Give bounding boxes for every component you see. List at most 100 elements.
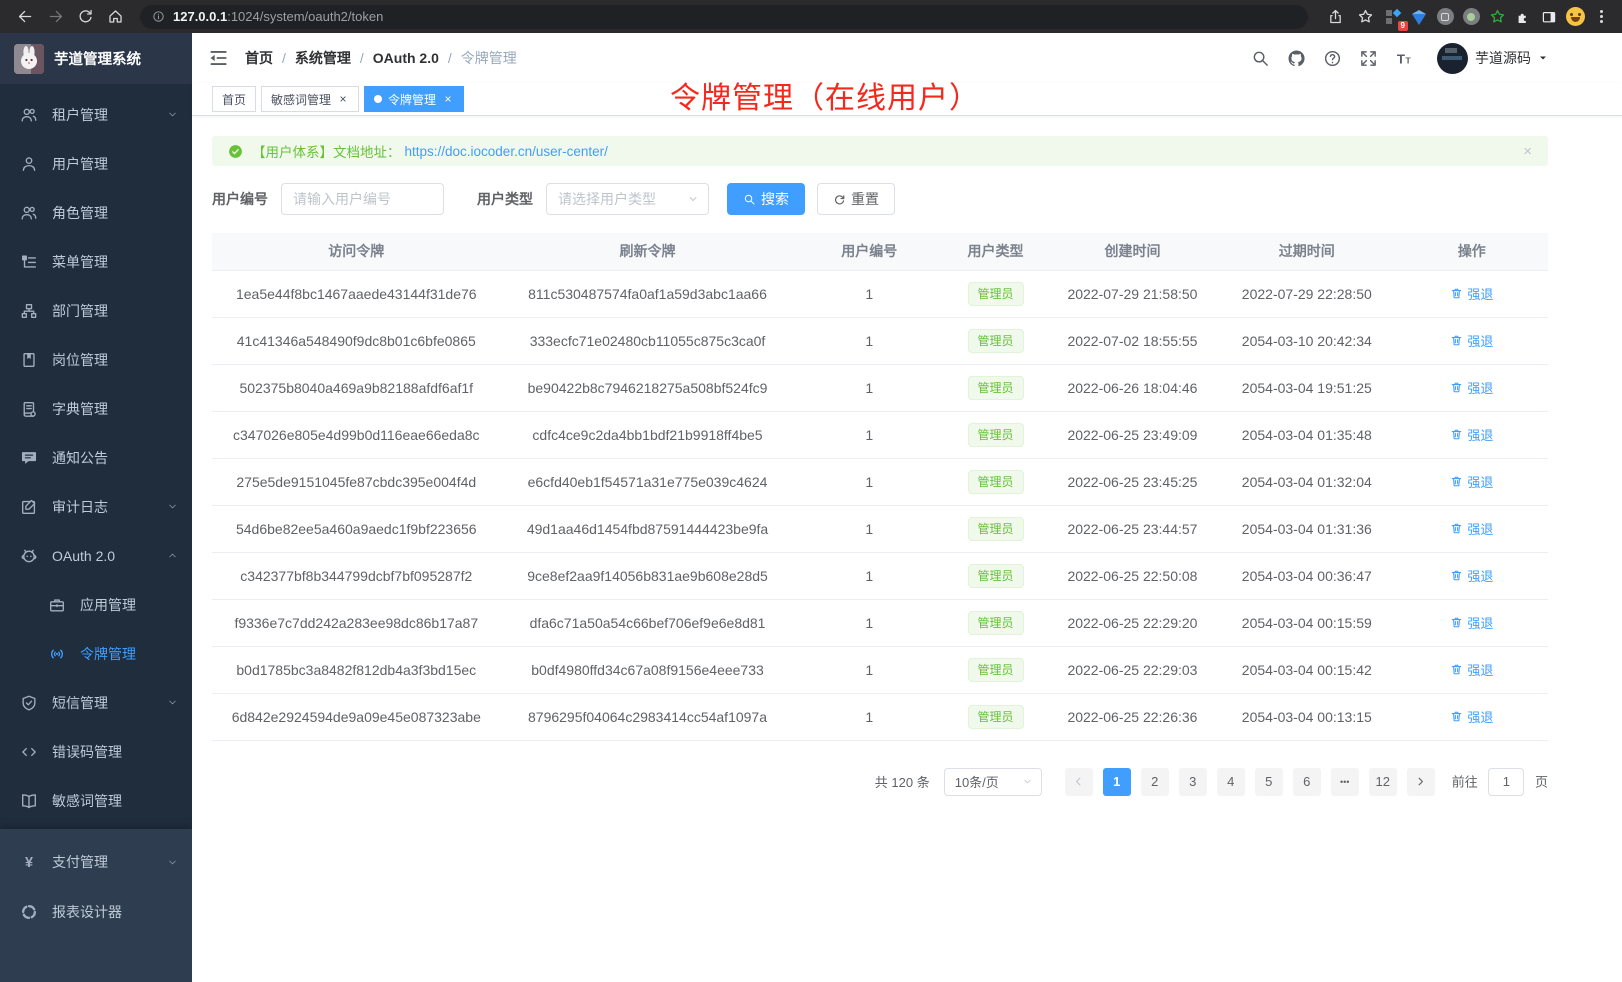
page-button-1[interactable]: 1: [1103, 768, 1131, 796]
search-button[interactable]: 搜索: [727, 183, 805, 215]
next-page-button[interactable]: [1407, 768, 1435, 796]
address-bar[interactable]: 127.0.0.1:1024/system/oauth2/token: [140, 5, 1308, 29]
user-name: 芋道源码: [1475, 48, 1531, 68]
sidebar-item-sensitive-word[interactable]: 敏感词管理: [0, 776, 192, 825]
report-pie-icon: [20, 903, 38, 921]
sidebar-item-oauth2-app[interactable]: 应用管理: [0, 580, 192, 629]
svg-text:¥: ¥: [25, 855, 33, 871]
force-logout-button[interactable]: 强退: [1450, 566, 1493, 585]
force-logout-button[interactable]: 强退: [1450, 707, 1493, 726]
extension-gem-icon[interactable]: [1408, 6, 1430, 28]
sidebar-item-audit-log[interactable]: 审计日志: [0, 482, 192, 531]
alert-close-icon[interactable]: ×: [1523, 144, 1532, 159]
page-ellipsis-button[interactable]: •••: [1331, 768, 1359, 796]
user-type-badge: 管理员: [968, 282, 1024, 306]
page-button-3[interactable]: 3: [1179, 768, 1207, 796]
user-type-cell: 管理员: [944, 317, 1047, 364]
create-time-cell: 2022-06-25 22:29:03: [1047, 646, 1218, 693]
trash-icon: [1450, 381, 1463, 394]
sidebar-item-dict[interactable]: 字典管理: [0, 384, 192, 433]
expire-time-cell: 2054-03-10 20:42:34: [1218, 317, 1396, 364]
user-type-badge: 管理员: [968, 705, 1024, 729]
sidebar-item-post[interactable]: 岗位管理: [0, 335, 192, 384]
breadcrumb-item[interactable]: 系统管理: [295, 48, 351, 68]
prev-page-button[interactable]: [1065, 768, 1093, 796]
page-button-6[interactable]: 6: [1293, 768, 1321, 796]
page-button-4[interactable]: 4: [1217, 768, 1245, 796]
refresh-token-cell: cdfc4ce9c2da4bb1bdf21b9918ff4be5: [501, 411, 795, 458]
extension-badge: 9: [1398, 21, 1408, 31]
extension-record-icon[interactable]: [1460, 6, 1482, 28]
column-header: 用户类型: [944, 233, 1047, 270]
sidebar-item-pay[interactable]: ¥ 支付管理: [0, 837, 192, 887]
side-panel-icon[interactable]: [1538, 6, 1560, 28]
table-header-row: 访问令牌刷新令牌用户编号用户类型创建时间过期时间操作: [212, 233, 1548, 270]
tag-view-tab[interactable]: 敏感词管理×: [261, 86, 359, 112]
user-id-input[interactable]: [281, 183, 444, 215]
user-type-select[interactable]: 请选择用户类型: [546, 183, 709, 215]
user-menu[interactable]: 芋道源码: [1437, 43, 1548, 74]
token-table: 访问令牌刷新令牌用户编号用户类型创建时间过期时间操作 1ea5e44f8bc14…: [212, 233, 1548, 741]
expire-time-cell: 2054-03-04 00:13:15: [1218, 693, 1396, 740]
breadcrumb-item[interactable]: 首页: [245, 48, 273, 68]
reset-button[interactable]: 重置: [817, 183, 895, 215]
share-icon[interactable]: [1322, 4, 1348, 30]
sidebar-item-tenant[interactable]: 租户管理: [0, 90, 192, 139]
page-button-2[interactable]: 2: [1141, 768, 1169, 796]
force-logout-button[interactable]: 强退: [1450, 425, 1493, 444]
table-row: c342377bf8b344799dcbf7bf095287f2 9ce8ef2…: [212, 552, 1548, 599]
force-logout-button[interactable]: 强退: [1450, 378, 1493, 397]
dict-icon: [20, 400, 38, 418]
force-logout-button[interactable]: 强退: [1450, 660, 1493, 679]
forward-icon[interactable]: [42, 4, 68, 30]
alert-doc-link[interactable]: https://doc.iocoder.cn/user-center/: [405, 144, 608, 159]
site-info-icon[interactable]: [152, 10, 165, 23]
bookmark-star-icon[interactable]: [1352, 4, 1378, 30]
trash-icon: [1450, 522, 1463, 535]
tag-view-tab[interactable]: 令牌管理×: [364, 86, 464, 112]
github-icon[interactable]: [1287, 49, 1306, 68]
browser-menu-icon[interactable]: [1590, 6, 1612, 28]
sidebar-item-report-designer[interactable]: 报表设计器: [0, 887, 192, 937]
extensions-puzzle-icon[interactable]: [1512, 6, 1534, 28]
create-time-cell: 2022-06-25 23:44:57: [1047, 505, 1218, 552]
page-button-5[interactable]: 5: [1255, 768, 1283, 796]
page-size-select[interactable]: 10条/页: [944, 768, 1042, 796]
page-button-12[interactable]: 12: [1369, 768, 1397, 796]
force-logout-button[interactable]: 强退: [1450, 331, 1493, 350]
search-icon[interactable]: [1251, 49, 1270, 68]
tab-close-icon[interactable]: ×: [337, 93, 349, 105]
force-logout-button[interactable]: 强退: [1450, 284, 1493, 303]
reload-icon[interactable]: [72, 4, 98, 30]
tag-view-tab[interactable]: 首页: [212, 86, 256, 112]
extension-grid-icon[interactable]: 9: [1382, 6, 1404, 28]
extension-command-icon[interactable]: [1434, 6, 1456, 28]
home-icon[interactable]: [102, 4, 128, 30]
back-icon[interactable]: [12, 4, 38, 30]
sidebar-item-error-code[interactable]: 错误码管理: [0, 727, 192, 776]
profile-avatar[interactable]: [1564, 6, 1586, 28]
sidebar-item-menu[interactable]: 菜单管理: [0, 237, 192, 286]
help-icon[interactable]: [1323, 49, 1342, 68]
goto-page-input[interactable]: [1488, 768, 1524, 796]
app-logo[interactable]: 芋道管理系统: [0, 33, 192, 84]
force-logout-button[interactable]: 强退: [1450, 472, 1493, 491]
force-logout-button[interactable]: 强退: [1450, 613, 1493, 632]
sidebar-item-sms[interactable]: 短信管理: [0, 678, 192, 727]
fullscreen-icon[interactable]: [1359, 49, 1378, 68]
sidebar-item-notice[interactable]: 通知公告: [0, 433, 192, 482]
tab-close-icon[interactable]: ×: [442, 93, 454, 105]
breadcrumb-item[interactable]: OAuth 2.0: [373, 50, 439, 66]
sidebar-item-oauth2[interactable]: OAuth 2.0: [0, 531, 192, 580]
book-icon: [20, 792, 38, 810]
sidebar-item-user[interactable]: 用户管理: [0, 139, 192, 188]
extension-star-icon[interactable]: [1486, 6, 1508, 28]
sidebar-item-role[interactable]: 角色管理: [0, 188, 192, 237]
user-id-cell: 1: [794, 411, 944, 458]
sidebar-item-label: 租户管理: [52, 105, 108, 125]
sidebar-item-oauth2-token[interactable]: 令牌管理: [0, 629, 192, 678]
font-size-icon[interactable]: TT: [1395, 49, 1414, 68]
sidebar-collapse-icon[interactable]: [207, 47, 229, 69]
force-logout-button[interactable]: 强退: [1450, 519, 1493, 538]
sidebar-item-dept[interactable]: 部门管理: [0, 286, 192, 335]
